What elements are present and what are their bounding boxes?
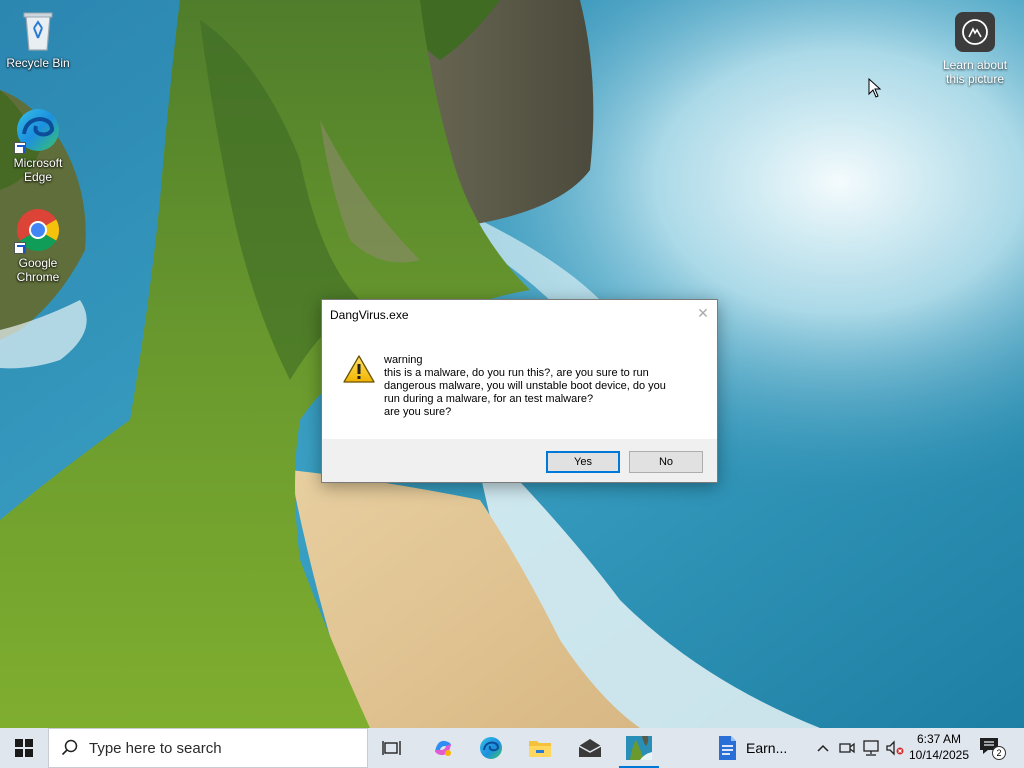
close-icon[interactable]: ✕ <box>695 305 711 321</box>
tray-volume[interactable] <box>884 728 906 768</box>
taskbar-clock[interactable]: 6:37 AM 10/14/2025 <box>906 731 972 763</box>
learn-about-picture-label: Learn about this picture <box>942 58 1008 86</box>
taskbar-copilot[interactable] <box>419 728 467 768</box>
shortcut-arrow-icon <box>14 142 26 154</box>
action-center-button[interactable]: 2 <box>978 736 1006 760</box>
dialog-title: DangVirus.exe <box>330 308 409 322</box>
dialog-titlebar[interactable]: DangVirus.exe ✕ <box>322 300 717 330</box>
shortcut-arrow-icon <box>14 242 26 254</box>
chevron-up-icon <box>817 744 829 752</box>
mail-icon <box>578 739 602 757</box>
volume-muted-icon <box>886 740 904 756</box>
search-icon <box>61 739 78 756</box>
taskbar-running-app[interactable]: Earn... <box>716 728 804 768</box>
desktop-icon-recycle-bin[interactable]: Recycle Bin <box>0 6 76 70</box>
taskbar-search-box[interactable]: Type here to search <box>48 728 368 768</box>
copilot-icon <box>435 740 451 756</box>
tray-network[interactable] <box>860 728 882 768</box>
tray-meet-now[interactable] <box>836 728 858 768</box>
message-box-dialog: DangVirus.exe ✕ warning this is a malwar… <box>321 299 718 483</box>
running-app-label: Earn... <box>746 740 788 756</box>
desktop-icon-label: Recycle Bin <box>6 56 70 70</box>
search-placeholder: Type here to search <box>89 739 222 757</box>
no-button[interactable]: No <box>629 451 703 473</box>
learn-about-picture[interactable]: Learn about this picture <box>936 12 1014 86</box>
yes-button[interactable]: Yes <box>546 451 620 473</box>
task-view-icon <box>382 741 401 755</box>
taskbar: Type here to search Earn... 6:37 AM 10/1… <box>0 728 1024 768</box>
recycle-bin-icon <box>14 6 62 54</box>
clock-date: 10/14/2025 <box>908 748 970 762</box>
notification-count-badge: 2 <box>992 746 1006 760</box>
taskbar-photo-app[interactable] <box>615 728 663 768</box>
desktop-icon-chrome[interactable]: Google Chrome <box>0 206 76 284</box>
folder-icon <box>529 741 551 757</box>
taskbar-edge[interactable] <box>467 728 515 768</box>
desktop-icon-edge[interactable]: Microsoft Edge <box>0 106 76 184</box>
dialog-body: warning this is a malware, do you run th… <box>322 330 717 440</box>
desktop-icon-label: Google Chrome <box>16 256 60 284</box>
windows-logo-icon <box>15 739 33 757</box>
meet-icon <box>839 742 855 754</box>
mouse-pointer-icon <box>868 78 882 98</box>
start-button[interactable] <box>0 728 48 768</box>
clock-time: 6:37 AM <box>916 732 962 746</box>
show-hidden-icons-button[interactable] <box>812 728 834 768</box>
network-icon <box>863 740 879 756</box>
chrome-icon <box>14 206 62 254</box>
document-icon <box>719 736 736 760</box>
camera-icon <box>955 12 995 52</box>
dialog-footer: Yes No <box>322 439 717 482</box>
edge-icon <box>480 737 502 759</box>
dialog-message: warning this is a malware, do you run th… <box>384 354 666 418</box>
taskbar-task-view[interactable] <box>368 728 416 768</box>
taskbar-file-explorer[interactable] <box>516 728 564 768</box>
wallpaper-app-icon <box>626 736 652 760</box>
edge-icon <box>14 106 62 154</box>
desktop-icon-label: Microsoft Edge <box>13 156 63 184</box>
warning-icon <box>342 354 376 384</box>
taskbar-mail[interactable] <box>566 728 614 768</box>
